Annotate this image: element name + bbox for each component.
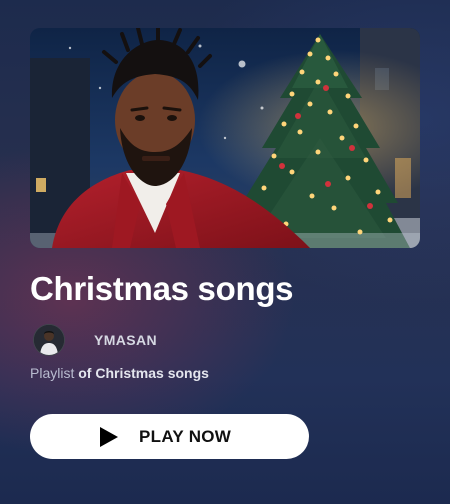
playlist-description-text: of Christmas songs (78, 365, 209, 381)
play-now-label: PLAY NOW (139, 426, 232, 446)
avatar-image (34, 325, 64, 355)
author-row[interactable]: YMASAN (33, 324, 157, 356)
playlist-type-label: Playlist (30, 365, 75, 381)
play-icon (98, 426, 120, 448)
playlist-description: Playlist of Christmas songs (30, 365, 209, 381)
author-name[interactable]: YMASAN (94, 332, 157, 348)
playlist-cover-image (30, 28, 420, 248)
play-now-button[interactable]: PLAY NOW (30, 414, 309, 459)
author-avatar[interactable] (33, 324, 65, 356)
playlist-title: Christmas songs (30, 270, 294, 307)
